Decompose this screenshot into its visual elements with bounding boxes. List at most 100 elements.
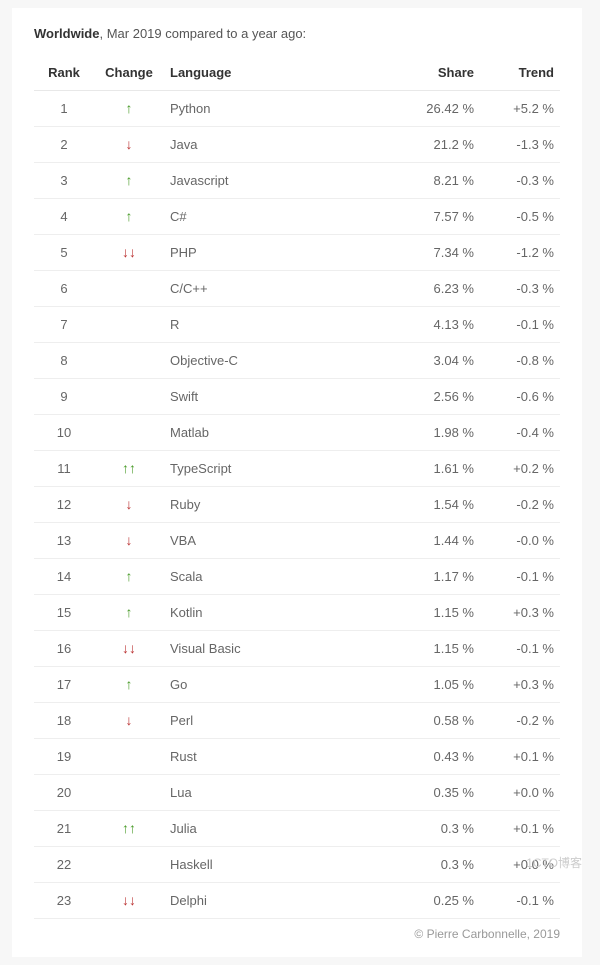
cell-share: 1.44 % [390,523,480,559]
cell-language: Lua [164,775,390,811]
cell-trend: +0.0 % [480,775,560,811]
arrow-down-icon: ↓ [129,245,136,259]
cell-share: 0.43 % [390,739,480,775]
cell-change: ↓ [94,523,164,559]
cell-share: 3.04 % [390,343,480,379]
cell-language: R [164,307,390,343]
cell-change [94,775,164,811]
cell-rank: 20 [34,775,94,811]
table-row: 18↓Perl0.58 %-0.2 % [34,703,560,739]
cell-rank: 16 [34,631,94,667]
cell-trend: +0.0 % [480,847,560,883]
cell-change: ↑ [94,199,164,235]
table-row: 2↓Java21.2 %-1.3 % [34,127,560,163]
cell-rank: 10 [34,415,94,451]
header-rank: Rank [34,55,94,91]
table-row: 3↑Javascript8.21 %-0.3 % [34,163,560,199]
cell-trend: -0.1 % [480,883,560,919]
cell-share: 4.13 % [390,307,480,343]
cell-rank: 1 [34,91,94,127]
cell-rank: 18 [34,703,94,739]
cell-trend: -1.3 % [480,127,560,163]
caption: Worldwide, Mar 2019 compared to a year a… [34,26,560,41]
cell-rank: 4 [34,199,94,235]
cell-language: VBA [164,523,390,559]
cell-trend: +0.1 % [480,739,560,775]
cell-language: Java [164,127,390,163]
cell-language: Kotlin [164,595,390,631]
arrow-up-icon: ↑ [122,821,129,835]
cell-rank: 17 [34,667,94,703]
table-row: 7R4.13 %-0.1 % [34,307,560,343]
copyright-footer: © Pierre Carbonnelle, 2019 [34,919,560,941]
arrow-up-icon: ↑ [126,173,133,187]
cell-change: ↓↓ [94,235,164,271]
table-row: 10Matlab1.98 %-0.4 % [34,415,560,451]
cell-change: ↓↓ [94,631,164,667]
header-change: Change [94,55,164,91]
cell-change [94,307,164,343]
cell-change: ↓↓ [94,883,164,919]
cell-rank: 6 [34,271,94,307]
cell-trend: -0.1 % [480,307,560,343]
cell-change: ↓ [94,703,164,739]
cell-language: Javascript [164,163,390,199]
cell-share: 1.54 % [390,487,480,523]
cell-language: Ruby [164,487,390,523]
table-row: 16↓↓Visual Basic1.15 %-0.1 % [34,631,560,667]
cell-rank: 23 [34,883,94,919]
cell-share: 7.57 % [390,199,480,235]
caption-period: , Mar 2019 compared to a year ago: [99,26,306,41]
table-row: 8Objective-C3.04 %-0.8 % [34,343,560,379]
cell-language: Swift [164,379,390,415]
cell-rank: 3 [34,163,94,199]
arrow-up-icon: ↑ [126,605,133,619]
table-row: 23↓↓Delphi0.25 %-0.1 % [34,883,560,919]
cell-rank: 13 [34,523,94,559]
cell-change: ↑ [94,559,164,595]
cell-share: 26.42 % [390,91,480,127]
cell-share: 1.15 % [390,595,480,631]
cell-language: Scala [164,559,390,595]
cell-rank: 15 [34,595,94,631]
arrow-down-icon: ↓ [122,893,129,907]
cell-change: ↑↑ [94,451,164,487]
arrow-up-icon: ↑ [122,461,129,475]
table-row: 6C/C++6.23 %-0.3 % [34,271,560,307]
cell-trend: +0.3 % [480,595,560,631]
cell-share: 8.21 % [390,163,480,199]
caption-region: Worldwide [34,26,99,41]
cell-share: 21.2 % [390,127,480,163]
cell-rank: 9 [34,379,94,415]
cell-trend: -0.1 % [480,559,560,595]
arrow-down-icon: ↓ [129,641,136,655]
cell-share: 0.3 % [390,811,480,847]
cell-share: 1.15 % [390,631,480,667]
table-row: 17↑Go1.05 %+0.3 % [34,667,560,703]
cell-language: TypeScript [164,451,390,487]
arrow-up-icon: ↑ [126,209,133,223]
table-row: 20Lua0.35 %+0.0 % [34,775,560,811]
cell-language: Haskell [164,847,390,883]
arrow-down-icon: ↓ [126,137,133,151]
table-row: 22Haskell0.3 %+0.0 % [34,847,560,883]
table-row: 13↓VBA1.44 %-0.0 % [34,523,560,559]
cell-change [94,379,164,415]
cell-change: ↑↑ [94,811,164,847]
cell-rank: 21 [34,811,94,847]
table-row: 15 ↑ Kotlin1.15 %+0.3 % [34,595,560,631]
cell-rank: 11 [34,451,94,487]
table-row: 4↑C#7.57 %-0.5 % [34,199,560,235]
arrow-down-icon: ↓ [126,713,133,727]
cell-change: ↑ [94,667,164,703]
cell-language: Perl [164,703,390,739]
cell-trend: +5.2 % [480,91,560,127]
cell-trend: -0.4 % [480,415,560,451]
table-row: 19Rust0.43 %+0.1 % [34,739,560,775]
arrow-up-icon: ↑ [126,101,133,115]
ranking-card: Worldwide, Mar 2019 compared to a year a… [12,8,582,957]
cell-trend: +0.2 % [480,451,560,487]
ranking-table: Rank Change Language Share Trend 1↑Pytho… [34,55,560,919]
table-row: 11↑↑TypeScript1.61 %+0.2 % [34,451,560,487]
cell-share: 2.56 % [390,379,480,415]
